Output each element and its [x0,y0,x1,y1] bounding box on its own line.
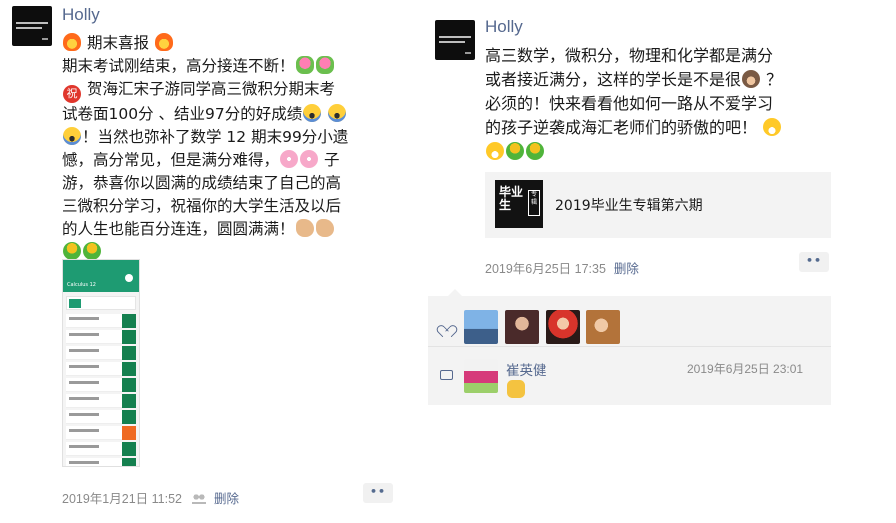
scream-emoji-icon [63,127,81,145]
post-text: 期末喜报 期末考试刚结束，高分接连不断！ 祝 贺海汇宋子游同学高三微积分期末考 … [62,32,348,264]
muscle-emoji-icon [295,219,314,237]
comment-icon [440,370,453,380]
cow-emoji-icon [742,70,761,88]
liker-avatar[interactable] [464,310,498,344]
bouquet-emoji-icon [315,56,334,74]
post-text: 高三数学，微积分，物理和化学都是满分 或者接近满分，这样的学长是不是很 ？ 必须… [485,44,782,164]
post-line-2: 期末考试刚结束，高分接连不断！ [62,55,348,78]
thumbs-up-emoji-icon [507,380,525,398]
frog-emoji-icon [506,142,524,160]
blossom-emoji-icon [280,150,299,168]
thumbnail-text: 毕业生 [499,185,524,212]
post-line-2: 或者接近满分，这样的学长是不是很 ？ [485,70,783,89]
visibility-people-icon[interactable] [192,494,206,504]
post-line-9: 的人生也能百分连连，圆圆满满！ [62,218,348,241]
post-meta: 2019年1月21日 11:52 删除 [62,488,239,507]
commenter-avatar[interactable] [464,359,498,393]
post-image-thumbnail[interactable]: Calculus 12 [62,259,140,467]
more-actions-button[interactable]: •• [363,483,393,503]
post-line-8: 三微积分学习，祝福你的大学生活及以后 [62,197,342,215]
post-line-3: 必须的！快来看看他如何一路从不爱学习 [485,94,774,113]
more-actions-button[interactable]: •• [799,252,829,272]
muscle-emoji-icon [315,219,334,237]
post-line-1: 高三数学，微积分，物理和化学都是满分 [485,46,774,65]
shared-article-card[interactable]: 毕业生 专辑 2019毕业生专辑第六期 [485,172,831,238]
author-name[interactable]: Holly [62,5,100,25]
scream-emoji-icon [303,104,322,122]
post-timestamp: 2019年6月25日 17:35 [485,262,606,276]
fire-emoji-icon [63,33,81,51]
comment-body [506,380,526,399]
comment-timestamp: 2019年6月25日 23:01 [687,362,804,376]
post-line-5 [485,140,782,164]
fire-emoji-icon [154,33,173,51]
liker-avatar[interactable] [546,310,580,344]
grin-emoji-icon [763,118,782,136]
post-meta: 2019年6月25日 17:35 删除 [485,258,639,277]
post-timestamp: 2019年1月21日 11:52 [62,492,182,506]
commenter-name[interactable]: 崔英健 [506,359,547,379]
liker-avatar[interactable] [505,310,539,344]
post-line-4: 的孩子逆袭成海汇老师们的骄傲的吧！ [485,116,782,140]
likes-comments-panel: 崔英健 2019年6月25日 23:01 [428,289,831,405]
frog-emoji-icon [83,242,101,260]
post-line-4: 试卷面100分 、结业97分的好成绩 [62,103,348,126]
scream-emoji-icon [328,104,347,122]
bouquet-emoji-icon [295,56,314,74]
post-line-6: 憾，高分常见，但是满分难得， 子 [62,150,340,169]
grin-emoji-icon [486,142,504,160]
heart-icon [440,320,452,332]
blossom-emoji-icon [300,150,319,168]
frog-emoji-icon [526,142,544,160]
delete-link[interactable]: 删除 [614,262,639,276]
liker-avatar[interactable] [586,310,620,344]
post-line-7: 游，恭喜你以圆满的成绩结束了自己的高 [62,174,342,192]
shared-article-thumbnail: 毕业生 专辑 [495,180,543,228]
author-avatar[interactable] [12,6,52,46]
shared-article-title: 2019毕业生专辑第六期 [555,198,703,214]
frog-emoji-icon [63,242,81,260]
author-avatar[interactable] [435,20,475,60]
congrats-emoji-icon: 祝 [63,85,81,103]
post-line-5: ！当然也弥补了数学 12 期末99分小遗 [62,126,348,149]
author-name[interactable]: Holly [485,17,523,37]
delete-link[interactable]: 删除 [214,492,239,506]
post-line-3: 祝 贺海汇宋子游同学高三微积分期末考 [62,78,348,103]
post-line-1: 期末喜报 [62,32,348,55]
thumbnail-badge: 专辑 [528,190,540,216]
screenshot-app-title: Calculus 12 [63,282,139,292]
